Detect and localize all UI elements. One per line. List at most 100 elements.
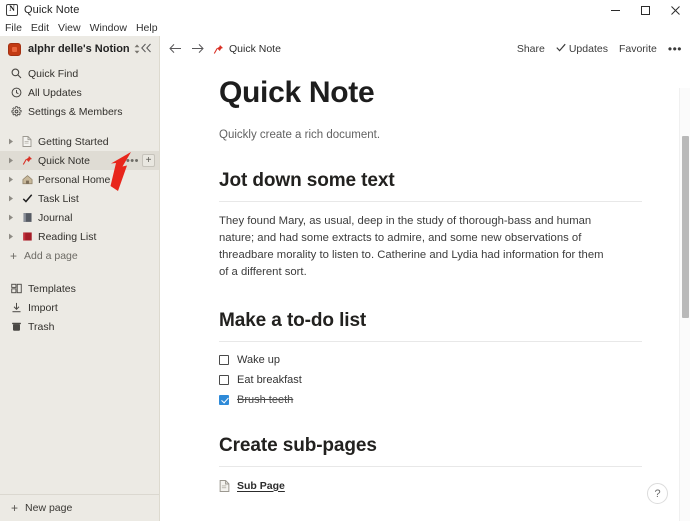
vertical-scrollbar[interactable] [679,88,690,521]
document-scroll-area: Quick Note Quickly create a rich documen… [160,62,690,521]
sidebar-item-import[interactable]: Import [0,298,159,317]
sidebar-item-trash[interactable]: Trash [0,317,159,336]
scrollbar-thumb[interactable] [682,136,689,318]
sub-page-label: Sub Page [237,479,285,492]
sidebar-item-quick-note[interactable]: Quick Note ••• + [0,151,159,170]
house-icon [20,174,34,185]
more-options-button[interactable]: ••• [668,43,682,55]
todo-item[interactable]: Brush teeth [219,394,642,406]
red-book-icon [20,231,34,242]
updates-button[interactable]: Updates [556,43,608,55]
sidebar-item-task-list[interactable]: Task List [0,189,159,208]
chevron-right-icon[interactable] [8,157,20,164]
sidebar-item-label: Settings & Members [28,105,123,118]
checkbox-unchecked[interactable] [219,374,229,385]
sidebar-add-a-page[interactable]: + Add a page [0,246,159,265]
divider [219,200,642,202]
sidebar-item-quick-find[interactable]: Quick Find [0,64,159,83]
chevron-right-icon[interactable] [8,233,20,240]
trash-icon [11,321,25,332]
menu-help[interactable]: Help [136,20,164,36]
notion-desktop-window: Quick Note File Edit View Window Help al… [0,0,690,521]
document-icon [20,136,34,147]
sidebar-item-label: Trash [28,320,55,333]
breadcrumb[interactable]: Quick Note [229,43,281,55]
sidebar-item-label: Add a page [24,249,78,262]
sidebar-item-label: Quick Note [38,154,90,167]
section-heading[interactable]: Make a to-do list [219,310,642,332]
workspace-name: alphr delle's Notion [28,43,130,55]
plus-icon: + [10,248,18,263]
document-icon [219,479,230,492]
clock-icon [11,87,25,98]
divider [219,465,642,467]
page-subtitle[interactable]: Quickly create a rich document. [219,129,642,141]
checkbox-unchecked[interactable] [219,354,229,365]
sidebar-item-label: Journal [38,211,73,224]
sidebar-item-label: Import [28,301,58,314]
section-paragraph[interactable]: They found Mary, as usual, deep in the s… [219,213,611,281]
chevron-right-icon[interactable] [8,176,20,183]
divider [219,340,642,342]
sidebar-item-reading-list[interactable]: Reading List [0,227,159,246]
share-button[interactable]: Share [517,43,545,55]
menu-window[interactable]: Window [90,20,133,36]
sidebar-lower-nav: Templates Import Trash [0,279,159,336]
sidebar-item-personal-home[interactable]: Personal Home [0,170,159,189]
page-more-button[interactable]: ••• [126,155,139,166]
sidebar-item-label: Reading List [38,230,97,243]
close-icon[interactable] [660,0,690,20]
sidebar-item-getting-started[interactable]: Getting Started [0,132,159,151]
favorite-label: Favorite [618,43,657,55]
sidebar-item-label: Quick Find [28,67,79,80]
chevron-right-icon[interactable] [8,195,20,202]
section-heading[interactable]: Create sub-pages [219,435,642,457]
sidebar-item-all-updates[interactable]: All Updates [0,83,159,102]
main-content: Quick Note Share Updates Favorite ••• Qu… [160,36,690,521]
todo-label: Brush teeth [237,393,294,406]
sidebar-item-label: Templates [28,282,76,295]
menu-bar: File Edit View Window Help [0,20,690,36]
chevron-right-icon[interactable] [8,214,20,221]
window-title: Quick Note [24,4,80,16]
sidebar-item-journal[interactable]: Journal [0,208,159,227]
templates-icon [11,283,25,294]
checkmark-icon [20,193,34,204]
page-title[interactable]: Quick Note [219,76,642,111]
menu-edit[interactable]: Edit [31,20,55,36]
question-mark-icon[interactable]: ? [647,483,668,504]
window-body: alphr delle's Notion Quick Find All Upda… [0,36,690,521]
collapse-sidebar-button[interactable] [140,43,157,56]
window-controls [600,0,690,20]
check-icon [556,43,566,55]
plus-icon: + [11,501,19,515]
checkbox-checked[interactable] [219,394,229,405]
sidebar-nav: Quick Find All Updates Settings & Member… [0,62,159,121]
sub-page-link[interactable]: Sub Page [219,480,642,492]
document: Quick Note Quickly create a rich documen… [160,62,690,521]
workspace-switcher[interactable]: alphr delle's Notion [0,36,159,62]
sidebar-item-settings-members[interactable]: Settings & Members [0,102,159,121]
content-top-bar: Quick Note Share Updates Favorite ••• [160,36,690,62]
maximize-icon[interactable] [630,0,660,20]
page-add-button[interactable]: + [142,154,155,167]
arrow-right-icon[interactable] [191,43,204,56]
todo-label: Wake up [237,353,281,366]
sidebar-item-label: Task List [38,192,79,205]
menu-view[interactable]: View [58,20,87,36]
new-page-button[interactable]: + New page [0,494,159,521]
arrow-left-icon[interactable] [169,43,182,56]
workspace-avatar [8,42,21,56]
menu-file[interactable]: File [5,20,28,36]
todo-item[interactable]: Eat breakfast [219,374,642,386]
search-icon [11,68,25,79]
minimize-icon[interactable] [600,0,630,20]
title-bar: Quick Note [0,0,690,20]
favorite-button[interactable]: Favorite [619,43,657,55]
sidebar-pages: Getting Started Quick Note ••• + Persona… [0,132,159,265]
chevron-right-icon[interactable] [8,138,20,145]
sidebar-item-templates[interactable]: Templates [0,279,159,298]
row-actions: ••• + [126,154,155,167]
section-heading[interactable]: Jot down some text [219,170,642,192]
todo-item[interactable]: Wake up [219,354,642,366]
